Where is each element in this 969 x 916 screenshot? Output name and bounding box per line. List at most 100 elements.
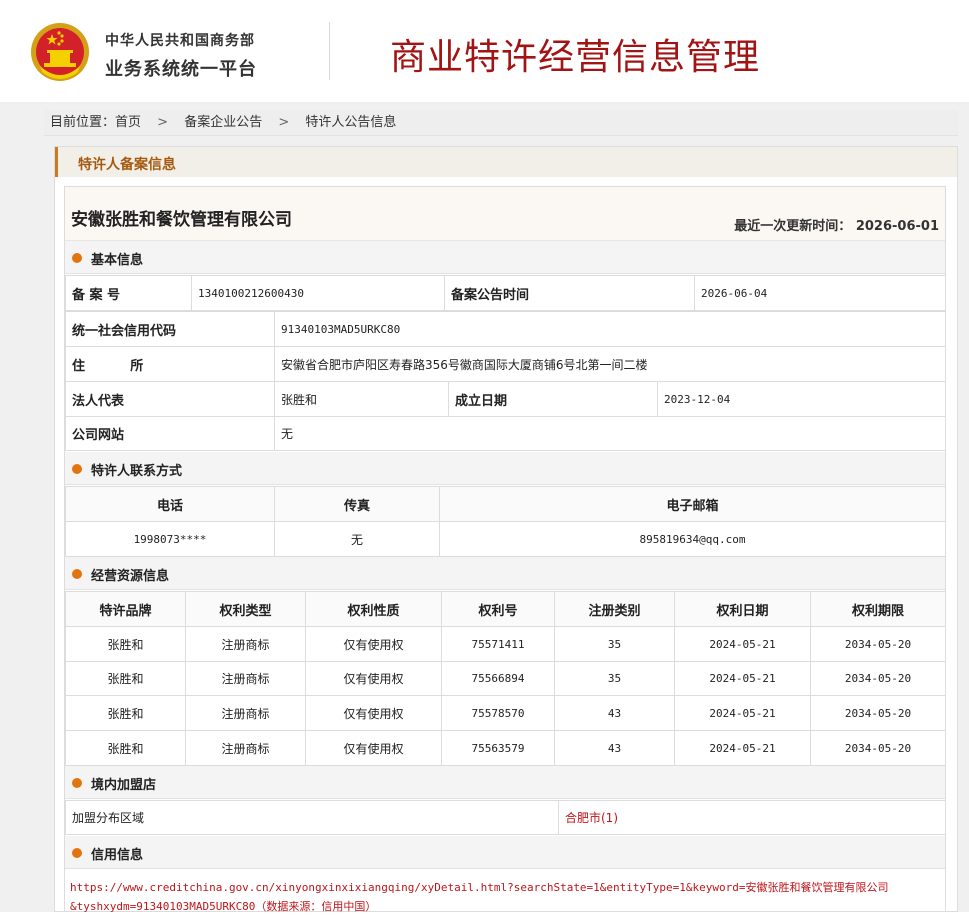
table-cell: 张胜和 <box>65 661 186 696</box>
table-row: 加盟分布区域 合肥市(1) <box>65 800 946 835</box>
table-cell: 2034-05-20 <box>810 730 946 766</box>
section-basic-info: 基本信息 <box>65 241 945 274</box>
table-row: 住 所 安徽省合肥市庐阳区寿春路356号徽商国际大厦商铺6号北第一间二楼 <box>65 346 947 382</box>
national-emblem-icon <box>31 23 89 81</box>
section-title: 信用信息 <box>91 848 144 863</box>
column-header: 权利类型 <box>185 591 306 627</box>
basic-info-table: 统一社会信用代码 91340103MAD5URKC80 住 所 安徽省合肥市庐阳… <box>65 311 947 451</box>
table-row: 法人代表 张胜和 成立日期 2023-12-04 <box>65 381 947 417</box>
table-cell: 2034-05-20 <box>810 661 946 696</box>
breadcrumb-separator: > <box>278 115 290 130</box>
table-cell: 75571411 <box>441 626 555 662</box>
table-cell: 注册商标 <box>185 626 306 662</box>
bullet-icon <box>72 253 82 263</box>
column-header: 特许品牌 <box>65 591 186 627</box>
table-cell: 75563579 <box>441 730 555 766</box>
section-stores: 境内加盟店 <box>65 766 945 799</box>
table-cell: 2024-05-21 <box>674 730 811 766</box>
table-cell: 75578570 <box>441 695 555 731</box>
founded-value: 2023-12-04 <box>656 381 947 417</box>
column-header: 权利日期 <box>674 591 811 627</box>
section-credit: 信用信息 <box>65 836 945 869</box>
site-title: 商业特许经营信息管理 <box>390 37 761 78</box>
record-table: 备 案 号 1340100212600430 备案公告时间 2026-06-04 <box>65 275 946 311</box>
credit-url-line2[interactable]: &tyshxydm=91340103MAD5URKC80（数据来源：信用中国） <box>70 897 940 916</box>
email-value: 895819634@qq.com <box>439 521 946 557</box>
column-header: 电子邮箱 <box>439 486 946 522</box>
stores-table: 加盟分布区域 合肥市(1) <box>65 800 946 835</box>
table-row: 1998073**** 无 895819634@qq.com <box>65 521 946 557</box>
table-row: 张胜和 注册商标 仅有使用权 75578570 43 2024-05-21 20… <box>65 695 946 731</box>
table-row: 公司网站 无 <box>65 416 947 451</box>
credit-link[interactable]: https://www.creditchina.gov.cn/xinyongxi… <box>70 878 940 916</box>
column-header: 权利号 <box>441 591 555 627</box>
breadcrumb: 目前位置：首页 > 备案企业公告 > 特许人公告信息 <box>44 110 958 136</box>
company-name: 安徽张胜和餐饮管理有限公司 <box>71 210 292 230</box>
table-header-row: 特许品牌 权利类型 权利性质 权利号 注册类别 权利日期 权利期限 <box>65 591 946 627</box>
area-link[interactable]: 合肥市(1) <box>558 800 946 835</box>
table-cell: 2024-05-21 <box>674 661 811 696</box>
site-header: 中华人民共和国商务部 业务系统统一平台 商业特许经营信息管理 <box>0 0 969 102</box>
last-updated-value: 2026-06-01 <box>855 219 939 234</box>
table-cell: 75566894 <box>441 661 555 696</box>
bullet-icon <box>72 569 82 579</box>
column-header: 权利性质 <box>305 591 442 627</box>
table-cell: 2024-05-21 <box>674 626 811 662</box>
section-resources: 经营资源信息 <box>65 557 945 590</box>
credit-url-line1[interactable]: https://www.creditchina.gov.cn/xinyongxi… <box>70 878 940 897</box>
table-row: 备 案 号 1340100212600430 备案公告时间 2026-06-04 <box>65 275 946 311</box>
breadcrumb-record-link[interactable]: 备案企业公告 <box>184 110 262 136</box>
area-label: 加盟分布区域 <box>65 800 559 835</box>
last-updated-label: 最近一次更新时间： <box>734 219 852 234</box>
announce-time-value: 2026-06-04 <box>694 275 946 311</box>
fax-value: 无 <box>274 521 440 557</box>
address-label: 住 所 <box>65 346 275 382</box>
legal-rep-label: 法人代表 <box>65 381 275 417</box>
table-cell: 43 <box>554 730 675 766</box>
breadcrumb-separator: > <box>157 115 169 130</box>
contact-table: 电话 传真 电子邮箱 1998073**** 无 895819634@qq.co… <box>65 486 946 557</box>
column-header: 权利期限 <box>810 591 946 627</box>
panel-header: 特许人备案信息 <box>55 147 957 177</box>
legal-rep-value: 张胜和 <box>274 381 449 417</box>
record-no-label: 备 案 号 <box>65 275 192 311</box>
section-title: 特许人联系方式 <box>91 464 183 479</box>
table-cell: 仅有使用权 <box>305 626 442 662</box>
column-header: 电话 <box>65 486 275 522</box>
founded-label: 成立日期 <box>448 381 658 417</box>
last-updated: 最近一次更新时间： 2026-06-01 <box>734 215 939 234</box>
section-title: 经营资源信息 <box>91 569 170 584</box>
table-cell: 仅有使用权 <box>305 661 442 696</box>
table-cell: 张胜和 <box>65 730 186 766</box>
table-cell: 仅有使用权 <box>305 730 442 766</box>
credit-code-value: 91340103MAD5URKC80 <box>273 311 947 347</box>
breadcrumb-prefix: 目前位置： <box>50 115 116 130</box>
bullet-icon <box>72 848 82 858</box>
table-row: 张胜和 注册商标 仅有使用权 75571411 35 2024-05-21 20… <box>65 626 946 662</box>
table-cell: 注册商标 <box>185 695 306 731</box>
section-title: 基本信息 <box>91 253 144 268</box>
website-label: 公司网站 <box>65 416 275 451</box>
announce-time-label: 备案公告时间 <box>444 275 695 311</box>
table-cell: 2024-05-21 <box>674 695 811 731</box>
table-cell: 35 <box>554 661 675 696</box>
table-cell: 35 <box>554 626 675 662</box>
table-header-row: 电话 传真 电子邮箱 <box>65 486 946 522</box>
table-cell: 2034-05-20 <box>810 626 946 662</box>
panel-title: 特许人备案信息 <box>78 157 176 173</box>
address-value: 安徽省合肥市庐阳区寿春路356号徽商国际大厦商铺6号北第一间二楼 <box>273 346 947 382</box>
bullet-icon <box>72 778 82 788</box>
table-cell: 注册商标 <box>185 661 306 696</box>
breadcrumb-current: 特许人公告信息 <box>305 115 397 130</box>
column-header: 传真 <box>274 486 440 522</box>
table-row: 统一社会信用代码 91340103MAD5URKC80 <box>65 311 947 347</box>
org-name-line2: 业务系统统一平台 <box>105 59 257 80</box>
section-contact: 特许人联系方式 <box>65 452 945 485</box>
table-cell: 注册商标 <box>185 730 306 766</box>
website-value: 无 <box>273 416 947 451</box>
table-row: 张胜和 注册商标 仅有使用权 75563579 43 2024-05-21 20… <box>65 730 946 766</box>
table-cell: 2034-05-20 <box>810 695 946 731</box>
breadcrumb-home-link[interactable]: 首页 <box>115 110 141 136</box>
bullet-icon <box>72 464 82 474</box>
table-cell: 43 <box>554 695 675 731</box>
